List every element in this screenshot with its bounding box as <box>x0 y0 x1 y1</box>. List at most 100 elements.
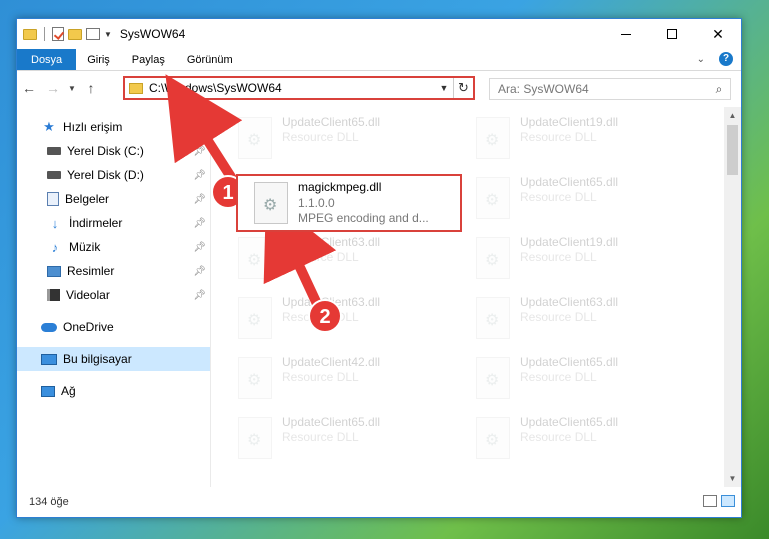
toolbar-divider <box>44 27 45 41</box>
file-text: UpdateClient19.dll Resource DLL <box>520 111 618 144</box>
pin-icon: 📌︎ <box>193 169 206 181</box>
scroll-thumb[interactable] <box>727 125 738 175</box>
up-arrow-icon: ↑ <box>87 80 95 96</box>
file-text: UpdateClient63.dll Resource DLL <box>520 291 618 324</box>
tab-giris[interactable]: Giriş <box>76 49 121 70</box>
sidebar-item-music[interactable]: ♪ Müzik 📌︎ <box>17 235 210 259</box>
sidebar-item-documents[interactable]: Belgeler 📌︎ <box>17 187 210 211</box>
back-button[interactable]: ← <box>17 76 41 100</box>
title-bar: ▼ SysWOW64 ✕ <box>17 19 741 49</box>
expand-ribbon-icon[interactable]: ⌄ <box>697 54 705 65</box>
file-name: UpdateClient63.dll <box>520 295 619 309</box>
file-item[interactable]: UpdateClient65.dll Resource DLL <box>460 171 686 229</box>
refresh-icon[interactable]: ↻ <box>453 78 473 98</box>
dll-file-icon <box>476 237 510 279</box>
file-item[interactable]: UpdateClient65.dll Resource DLL <box>222 111 448 169</box>
sidebar-item-local-disk-c[interactable]: Yerel Disk (C:) 📌︎ <box>17 139 210 163</box>
pin-icon: 📌︎ <box>193 145 206 157</box>
computer-icon <box>41 353 57 365</box>
sidebar-item-label: İndirmeler <box>69 216 123 230</box>
forward-button[interactable]: → <box>41 76 65 100</box>
file-type: Resource DLL <box>520 130 597 144</box>
dll-file-icon <box>476 177 510 219</box>
file-text: UpdateClient65.dll Resource DLL <box>520 171 618 204</box>
file-item[interactable]: UpdateClient63.dll Resource DLL <box>460 291 686 349</box>
music-icon: ♪ <box>51 239 59 255</box>
help-icon[interactable]: ? <box>719 52 733 66</box>
dll-file-icon <box>238 297 272 339</box>
file-type: Resource DLL <box>282 430 359 444</box>
main-content: ★ Hızlı erişim Yerel Disk (C:) 📌︎ Yerel … <box>17 107 741 487</box>
sidebar-item-this-pc[interactable]: Bu bilgisayar <box>17 347 210 371</box>
scroll-down-icon[interactable]: ▼ <box>724 470 741 487</box>
drive-icon <box>47 147 61 155</box>
file-item[interactable]: UpdateClient63.dll Resource DLL <box>222 291 448 349</box>
item-count: 134 öğe <box>29 496 69 508</box>
file-text: UpdateClient63.dll Resource DLL <box>282 231 380 264</box>
search-icon[interactable]: ⌕ <box>708 82 730 97</box>
details-view-icon[interactable] <box>703 495 717 507</box>
properties-icon[interactable] <box>86 28 100 40</box>
minimize-icon <box>621 33 631 35</box>
sidebar-item-pictures[interactable]: Resimler 📌︎ <box>17 259 210 283</box>
minimize-button[interactable] <box>603 19 649 49</box>
file-item-magickmpeg[interactable]: magickmpeg.dll 1.1.0.0 MPEG encoding and… <box>236 174 462 232</box>
ribbon-controls: ⌄ ? <box>697 52 733 66</box>
sidebar-item-label: Ağ <box>61 384 76 398</box>
drive-icon <box>47 171 61 179</box>
dropdown-arrow-icon[interactable]: ▼ <box>104 30 112 39</box>
up-button[interactable]: ↑ <box>79 76 103 100</box>
checklist-icon[interactable] <box>52 27 64 41</box>
pin-icon: 📌︎ <box>193 241 206 253</box>
file-type: Resource DLL <box>282 250 359 264</box>
file-type: Resource DLL <box>520 190 597 204</box>
recent-locations-button[interactable]: ▼ <box>65 76 79 100</box>
tab-gorunum[interactable]: Görünüm <box>176 49 244 70</box>
file-text: UpdateClient19.dll Resource DLL <box>520 231 618 264</box>
vertical-scrollbar[interactable]: ▲ ▼ <box>724 107 741 487</box>
sidebar-item-local-disk-d[interactable]: Yerel Disk (D:) 📌︎ <box>17 163 210 187</box>
sidebar-item-quick-access[interactable]: ★ Hızlı erişim <box>17 115 210 139</box>
file-name: UpdateClient65.dll <box>282 415 381 429</box>
large-icons-view-icon[interactable] <box>721 495 735 507</box>
file-text: UpdateClient65.dll Resource DLL <box>282 411 380 444</box>
search-box[interactable]: Ara: SysWOW64 ⌕ <box>489 78 731 100</box>
file-item[interactable]: UpdateClient65.dll Resource DLL <box>460 411 686 469</box>
sidebar-item-videos[interactable]: Videolar 📌︎ <box>17 283 210 307</box>
address-bar[interactable]: C:\Windows\SysWOW64 ▼ ↻ <box>123 76 475 100</box>
dll-file-icon <box>476 417 510 459</box>
file-text: UpdateClient63.dll Resource DLL <box>282 291 380 324</box>
tab-paylas[interactable]: Paylaş <box>121 49 176 70</box>
file-name: UpdateClient65.dll <box>520 175 619 189</box>
tab-dosya[interactable]: Dosya <box>17 49 77 70</box>
sidebar-item-label: Videolar <box>66 288 110 302</box>
pin-icon: 📌︎ <box>193 193 206 205</box>
file-type: Resource DLL <box>520 430 597 444</box>
file-item[interactable]: UpdateClient19.dll Resource DLL <box>460 231 686 289</box>
file-item[interactable]: UpdateClient42.dll Resource DLL <box>222 351 448 409</box>
sidebar-item-downloads[interactable]: ↓ İndirmeler 📌︎ <box>17 211 210 235</box>
sidebar-item-network[interactable]: Ağ <box>17 379 210 403</box>
dll-file-icon <box>238 117 272 159</box>
window-controls: ✕ <box>603 19 741 49</box>
sidebar-item-label: Müzik <box>69 240 101 254</box>
file-item[interactable]: UpdateClient65.dll Resource DLL <box>460 351 686 409</box>
pictures-icon <box>47 265 61 277</box>
file-item[interactable]: UpdateClient19.dll Resource DLL <box>460 111 686 169</box>
file-name: UpdateClient19.dll <box>520 115 619 129</box>
address-dropdown-icon[interactable]: ▼ <box>435 83 453 93</box>
maximize-button[interactable] <box>649 19 695 49</box>
dll-file-icon <box>238 357 272 399</box>
sidebar-item-label: OneDrive <box>63 320 114 334</box>
sidebar-item-onedrive[interactable]: OneDrive <box>17 315 210 339</box>
new-folder-icon[interactable] <box>68 28 82 40</box>
scroll-up-icon[interactable]: ▲ <box>724 107 741 124</box>
file-item[interactable]: UpdateClient65.dll Resource DLL <box>222 411 448 469</box>
search-input[interactable]: Ara: SysWOW64 <box>498 82 708 96</box>
file-item[interactable]: UpdateClient63.dll Resource DLL <box>222 231 448 289</box>
address-path[interactable]: C:\Windows\SysWOW64 <box>149 81 435 95</box>
pin-icon: 📌︎ <box>193 265 206 277</box>
pin-icon: 📌︎ <box>193 217 206 229</box>
folder-icon[interactable] <box>23 28 37 40</box>
close-button[interactable]: ✕ <box>695 19 741 49</box>
